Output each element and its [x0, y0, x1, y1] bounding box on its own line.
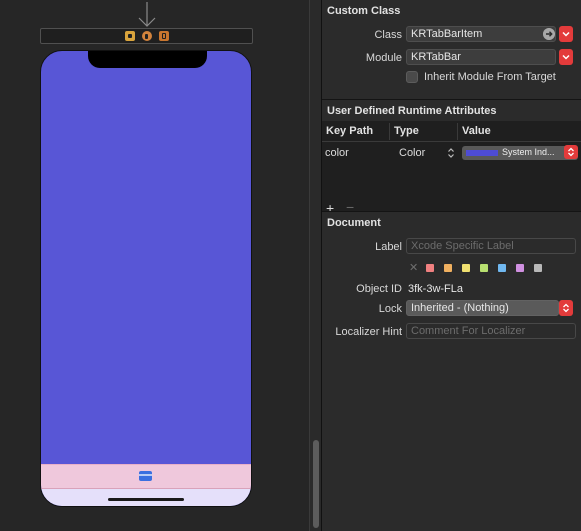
section-divider	[322, 99, 581, 100]
lock-popup[interactable]: Inherited - (Nothing)	[406, 300, 559, 316]
color-value-picker[interactable]: System Ind...	[462, 145, 578, 160]
scrollbar-thumb[interactable]	[313, 440, 319, 528]
column-header-key-path[interactable]: Key Path	[326, 125, 373, 137]
xcode-label-placeholder: Xcode Specific Label	[411, 240, 514, 252]
localizer-hint-input[interactable]: Comment For Localizer	[406, 323, 576, 339]
module-value: KRTabBar	[411, 51, 461, 63]
inherit-module-label: Inherit Module From Target	[424, 71, 556, 83]
exit-icon[interactable]	[158, 31, 169, 41]
lock-label: Lock	[378, 303, 402, 315]
module-field[interactable]: KRTabBar	[406, 49, 556, 65]
label-color-swatch[interactable]	[498, 264, 506, 272]
go-to-class-icon[interactable]	[543, 28, 555, 40]
module-dropdown-button[interactable]	[559, 49, 573, 65]
bottom-safe-area	[41, 489, 251, 506]
scene-dock	[40, 28, 253, 44]
object-id-label: Object ID	[356, 283, 402, 295]
label-color-swatch[interactable]	[426, 264, 434, 272]
label-color-swatch[interactable]	[534, 264, 542, 272]
type-cell[interactable]: Color	[399, 147, 425, 159]
device-notch	[88, 51, 207, 68]
document-title: Document	[327, 217, 381, 229]
color-swatch	[466, 150, 498, 156]
runtime-attributes-table[interactable]: Key Path Type Value color Color System I…	[322, 121, 581, 215]
table-header: Key Path Type Value	[322, 121, 581, 142]
column-separator	[389, 123, 390, 140]
column-header-value[interactable]: Value	[462, 125, 491, 137]
tab-bar-item-icon[interactable]	[139, 471, 152, 481]
class-dropdown-button[interactable]	[559, 26, 573, 42]
column-separator	[457, 123, 458, 140]
label-label: Label	[375, 241, 402, 253]
stepper-icon	[563, 303, 569, 313]
object-id-value: 3fk-3w-FLa	[408, 283, 464, 295]
localizer-hint-label: Localizer Hint	[335, 326, 402, 338]
label-color-swatch[interactable]	[462, 264, 470, 272]
xcode-label-input[interactable]: Xcode Specific Label	[406, 238, 576, 254]
stepper-icon	[568, 147, 574, 157]
dropdown-chevron-icon	[562, 54, 570, 60]
class-field[interactable]: KRTabBarItem	[406, 26, 556, 42]
lock-value: Inherited - (Nothing)	[411, 302, 509, 314]
label-color-swatch[interactable]	[480, 264, 488, 272]
custom-class-title: Custom Class	[327, 5, 401, 17]
canvas-scrollbar[interactable]	[309, 0, 321, 531]
label-color-swatch[interactable]	[516, 264, 524, 272]
first-responder-icon[interactable]	[141, 31, 152, 41]
add-attribute-button[interactable]: +	[326, 201, 334, 215]
localizer-hint-placeholder: Comment For Localizer	[411, 325, 526, 337]
dropdown-chevron-icon	[562, 31, 570, 37]
identity-inspector: Custom Class Class KRTabBarItem Module K…	[321, 0, 581, 531]
table-row[interactable]: color Color System Ind...	[322, 145, 581, 161]
class-label: Class	[374, 29, 402, 41]
stepper-icon[interactable]	[446, 147, 456, 159]
storyboard-canvas[interactable]	[0, 0, 309, 531]
lock-dropdown-button[interactable]	[559, 300, 573, 316]
view-controller-icon[interactable]	[124, 31, 135, 41]
column-header-type[interactable]: Type	[394, 125, 419, 137]
runtime-attributes-title: User Defined Runtime Attributes	[327, 105, 497, 117]
color-name: System Ind...	[502, 147, 555, 157]
key-path-cell[interactable]: color	[325, 147, 349, 159]
label-color-swatch[interactable]	[444, 264, 452, 272]
module-label: Module	[365, 52, 402, 64]
color-dropdown-button[interactable]	[564, 145, 578, 159]
segue-arrow-icon	[138, 2, 156, 27]
inherit-module-checkbox[interactable]	[406, 71, 418, 83]
iphone-scene[interactable]	[40, 50, 252, 507]
section-divider	[322, 211, 581, 212]
tab-bar[interactable]	[41, 464, 251, 489]
class-value: KRTabBarItem	[411, 28, 483, 40]
home-indicator	[108, 498, 184, 501]
clear-color-icon[interactable]: ✕	[409, 261, 418, 274]
